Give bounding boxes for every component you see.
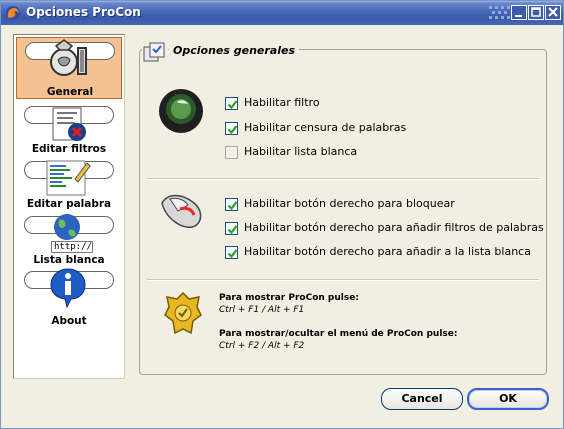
- checkbox[interactable]: [225, 198, 238, 211]
- ok-button[interactable]: OK: [467, 388, 549, 410]
- sidebar-item-editar-filtros[interactable]: Editar filtros: [16, 102, 122, 164]
- hotkey-toggle-keys: Ctrl + F2 / Alt + F2: [219, 341, 305, 351]
- check-icon: [227, 225, 238, 235]
- check-icon: [227, 201, 238, 211]
- window-title: Opciones ProCon: [26, 5, 141, 19]
- filter-lens-icon: [159, 89, 203, 133]
- section-divider: [147, 178, 539, 180]
- checkbox[interactable]: [225, 146, 238, 159]
- sidebar-item-general[interactable]: General: [16, 37, 122, 99]
- hotkey-show-keys: Ctrl + F1 / Alt + F1: [219, 305, 305, 315]
- sidebar-item-about[interactable]: About: [16, 267, 122, 329]
- sidebar-item-label: About: [51, 315, 87, 327]
- check-icon: [227, 125, 238, 135]
- option-label: Habilitar botón derecho para bloquear: [244, 197, 455, 210]
- group-title: Opciones generales: [169, 44, 299, 57]
- minimize-icon: [515, 15, 522, 17]
- title-bar[interactable]: Opciones ProCon: [1, 1, 563, 25]
- options-window: Opciones ProCon General Editar filtros E…: [0, 0, 564, 429]
- option-label: Habilitar censura de palabras: [244, 121, 407, 134]
- maximize-button[interactable]: [528, 5, 544, 20]
- close-button[interactable]: [545, 5, 561, 20]
- checkbox[interactable]: [225, 246, 238, 259]
- checkbox[interactable]: [225, 122, 238, 135]
- title-pattern-icon: [489, 6, 510, 19]
- sidebar-item-label: Lista blanca: [33, 254, 105, 266]
- hotkey-toggle-label: Para mostrar/ocultar el menú de ProCon p…: [219, 329, 458, 339]
- procon-tool-icon: [50, 39, 87, 76]
- checkbox[interactable]: [225, 97, 238, 110]
- options-icon: [142, 39, 168, 65]
- mouse-icon: [161, 194, 202, 228]
- cancel-button[interactable]: Cancel: [381, 388, 463, 410]
- minimize-button[interactable]: [511, 5, 527, 20]
- info-icon: [50, 268, 86, 309]
- sidebar-item-label: Editar palabra: [26, 198, 112, 210]
- sidebar-item-lista-blanca[interactable]: http:// Lista blanca: [16, 212, 122, 274]
- badge-icon: [164, 291, 202, 335]
- word-list-icon: [46, 160, 91, 196]
- option-label: Habilitar botón derecho para añadir filt…: [244, 221, 544, 234]
- hotkey-show-label: Para mostrar ProCon pulse:: [219, 293, 359, 303]
- firefox-icon: [6, 6, 20, 20]
- close-icon: [548, 7, 558, 17]
- check-icon: [227, 249, 238, 259]
- section-divider: [147, 279, 539, 281]
- option-label: Habilitar lista blanca: [244, 145, 358, 158]
- sidebar-item-label: General: [46, 86, 94, 98]
- maximize-icon: [531, 7, 541, 17]
- sidebar-item-editar-palabra[interactable]: Editar palabra: [16, 157, 122, 219]
- option-label: Habilitar filtro: [244, 96, 320, 109]
- option-label: Habilitar botón derecho para añadir a la…: [244, 245, 531, 258]
- sidebar-item-label: Editar filtros: [31, 143, 107, 155]
- check-icon: [227, 100, 238, 110]
- filter-edit-icon: [52, 107, 86, 141]
- url-label: http://: [51, 241, 93, 253]
- category-sidebar: General Editar filtros Editar palabra ht…: [13, 34, 125, 379]
- checkbox[interactable]: [225, 222, 238, 235]
